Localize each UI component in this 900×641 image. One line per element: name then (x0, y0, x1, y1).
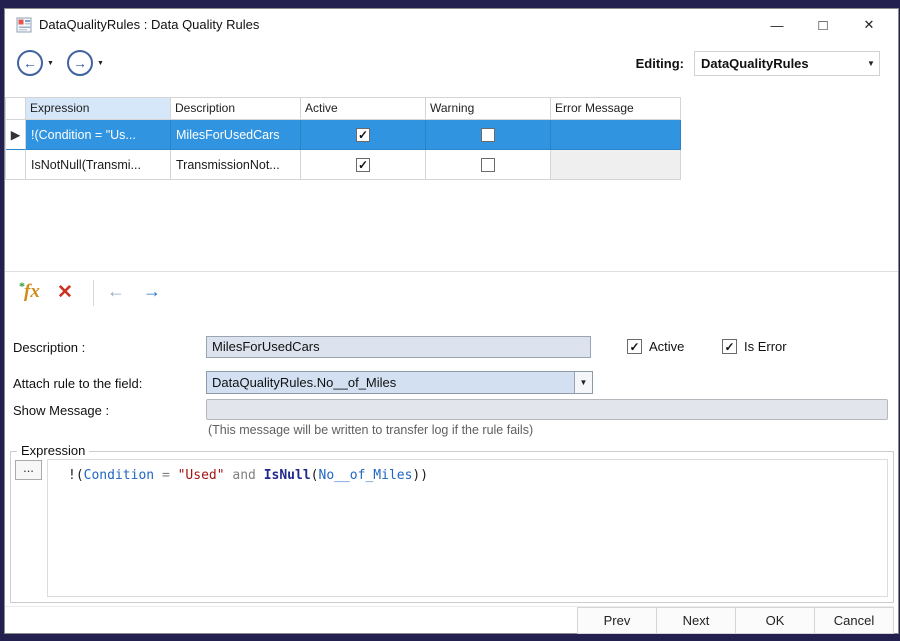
combo-caret-icon[interactable]: ▼ (574, 372, 592, 393)
expression-token: !( (68, 468, 84, 483)
is-error-checkbox-group[interactable]: ✓ Is Error (722, 339, 787, 354)
expression-token: ( (311, 468, 319, 483)
footer-button-bar: Prev Next OK Cancel (5, 606, 894, 634)
row-selector-pointer-icon[interactable]: ▶ (6, 120, 26, 150)
cell-expression[interactable]: IsNotNull(Transmi... (26, 150, 171, 180)
forward-button[interactable]: → (67, 50, 93, 76)
active-checkbox-label: Active (649, 339, 684, 354)
active-checkbox[interactable]: ✓ (356, 158, 370, 172)
maximize-button[interactable]: □ (800, 9, 846, 41)
cancel-button[interactable]: Cancel (814, 607, 894, 634)
back-arrow-icon: ← (23, 55, 37, 71)
cell-error-message[interactable] (551, 120, 681, 150)
back-dropdown-caret-icon[interactable]: ▼ (47, 60, 54, 67)
cell-description[interactable]: TransmissionNot... (171, 150, 301, 180)
ok-button[interactable]: OK (735, 607, 815, 634)
move-next-button[interactable]: → (143, 281, 161, 302)
close-button[interactable]: ✕ (846, 9, 892, 41)
editing-label: Editing: (636, 56, 684, 71)
warning-checkbox[interactable] (481, 158, 495, 172)
expression-token: No__of_Miles (319, 468, 413, 483)
rule-toolbar: *fx ✕ ← → (5, 275, 898, 313)
expression-groupbox: Expression ... !(Condition = "Used" and … (10, 451, 894, 603)
grid-row-1[interactable]: ▶ !(Condition = "Us... MilesForUsedCars … (6, 120, 681, 150)
cell-active[interactable]: ✓ (301, 120, 426, 150)
check-icon: ✓ (629, 341, 639, 353)
back-button[interactable]: ← (17, 50, 43, 76)
expression-token: )) (412, 468, 428, 483)
description-input[interactable]: MilesForUsedCars (206, 336, 591, 358)
rules-grid: Expression Description Active Warning Er… (5, 97, 681, 180)
is-error-checkbox[interactable]: ✓ (722, 339, 737, 354)
row-selector[interactable] (6, 150, 26, 180)
grid-row-2[interactable]: IsNotNull(Transmi... TransmissionNot... … (6, 150, 681, 180)
description-label: Description : (13, 340, 85, 355)
expression-token: IsNull (264, 468, 311, 483)
editing-group: Editing: DataQualityRules ▼ (636, 51, 880, 76)
active-checkbox[interactable]: ✓ (627, 339, 642, 354)
prev-button[interactable]: Prev (577, 607, 657, 634)
column-header-error-message[interactable]: Error Message (551, 98, 681, 120)
is-error-checkbox-label: Is Error (744, 339, 787, 354)
editing-combobox[interactable]: DataQualityRules ▼ (694, 51, 880, 76)
delete-rule-button[interactable]: ✕ (57, 281, 73, 304)
expression-token: and (232, 468, 255, 483)
toolbar-separator (93, 280, 94, 306)
warning-checkbox[interactable] (481, 128, 495, 142)
nav-forward-group: → ▼ (67, 50, 104, 76)
attach-field-combobox[interactable]: DataQualityRules.No__of_Miles ▼ (206, 371, 593, 394)
check-icon: ✓ (358, 129, 368, 141)
column-header-warning[interactable]: Warning (426, 98, 551, 120)
nav-back-group: ← ▼ (17, 50, 54, 76)
navigation-toolbar: ← ▼ → ▼ Editing: DataQualityRules ▼ (5, 41, 898, 87)
expression-token (170, 468, 178, 483)
expression-token: "Used" (178, 468, 225, 483)
dialog-window: DataQualityRules : Data Quality Rules — … (4, 8, 899, 634)
forward-dropdown-caret-icon[interactable]: ▼ (97, 60, 104, 67)
window-title: DataQualityRules : Data Quality Rules (39, 9, 259, 41)
attach-field-label: Attach rule to the field: (13, 376, 142, 391)
minimize-button[interactable]: — (754, 9, 800, 41)
cell-description[interactable]: MilesForUsedCars (171, 120, 301, 150)
title-bar[interactable]: DataQualityRules : Data Quality Rules — … (5, 9, 898, 41)
expression-token: Condition (84, 468, 154, 483)
expression-token (154, 468, 162, 483)
expression-editor[interactable]: !(Condition = "Used" and IsNull(No__of_M… (47, 459, 888, 597)
editing-caret-icon: ▼ (863, 59, 879, 68)
add-rule-button[interactable]: *fx (19, 279, 40, 303)
column-header-active[interactable]: Active (301, 98, 426, 120)
column-header-description[interactable]: Description (171, 98, 301, 120)
expression-groupbox-legend: Expression (17, 443, 89, 458)
check-icon: ✓ (724, 341, 734, 353)
attach-field-value: DataQualityRules.No__of_Miles (207, 372, 574, 393)
expression-token (256, 468, 264, 483)
move-previous-button[interactable]: ← (107, 281, 125, 302)
cell-warning[interactable] (426, 120, 551, 150)
column-header-expression[interactable]: Expression (26, 98, 171, 120)
cell-active[interactable]: ✓ (301, 150, 426, 180)
forward-arrow-icon: → (73, 55, 87, 71)
editing-value: DataQualityRules (695, 56, 863, 71)
cell-warning[interactable] (426, 150, 551, 180)
expression-builder-button[interactable]: ... (15, 460, 42, 480)
app-icon (16, 17, 32, 33)
active-checkbox-group[interactable]: ✓ Active (627, 339, 684, 354)
cell-error-message[interactable] (551, 150, 681, 180)
cell-expression[interactable]: !(Condition = "Us... (26, 120, 171, 150)
show-message-label: Show Message : (13, 403, 109, 418)
check-icon: ✓ (358, 159, 368, 171)
next-button[interactable]: Next (656, 607, 736, 634)
message-hint-text: (This message will be written to transfe… (208, 423, 533, 437)
horizontal-separator (5, 271, 898, 272)
show-message-input[interactable] (206, 399, 888, 420)
grid-header-row: Expression Description Active Warning Er… (6, 98, 681, 120)
fx-icon: fx (24, 281, 40, 302)
header-row-selector (6, 98, 26, 120)
active-checkbox[interactable]: ✓ (356, 128, 370, 142)
expression-token: = (162, 468, 170, 483)
window-controls: — □ ✕ (754, 9, 892, 41)
